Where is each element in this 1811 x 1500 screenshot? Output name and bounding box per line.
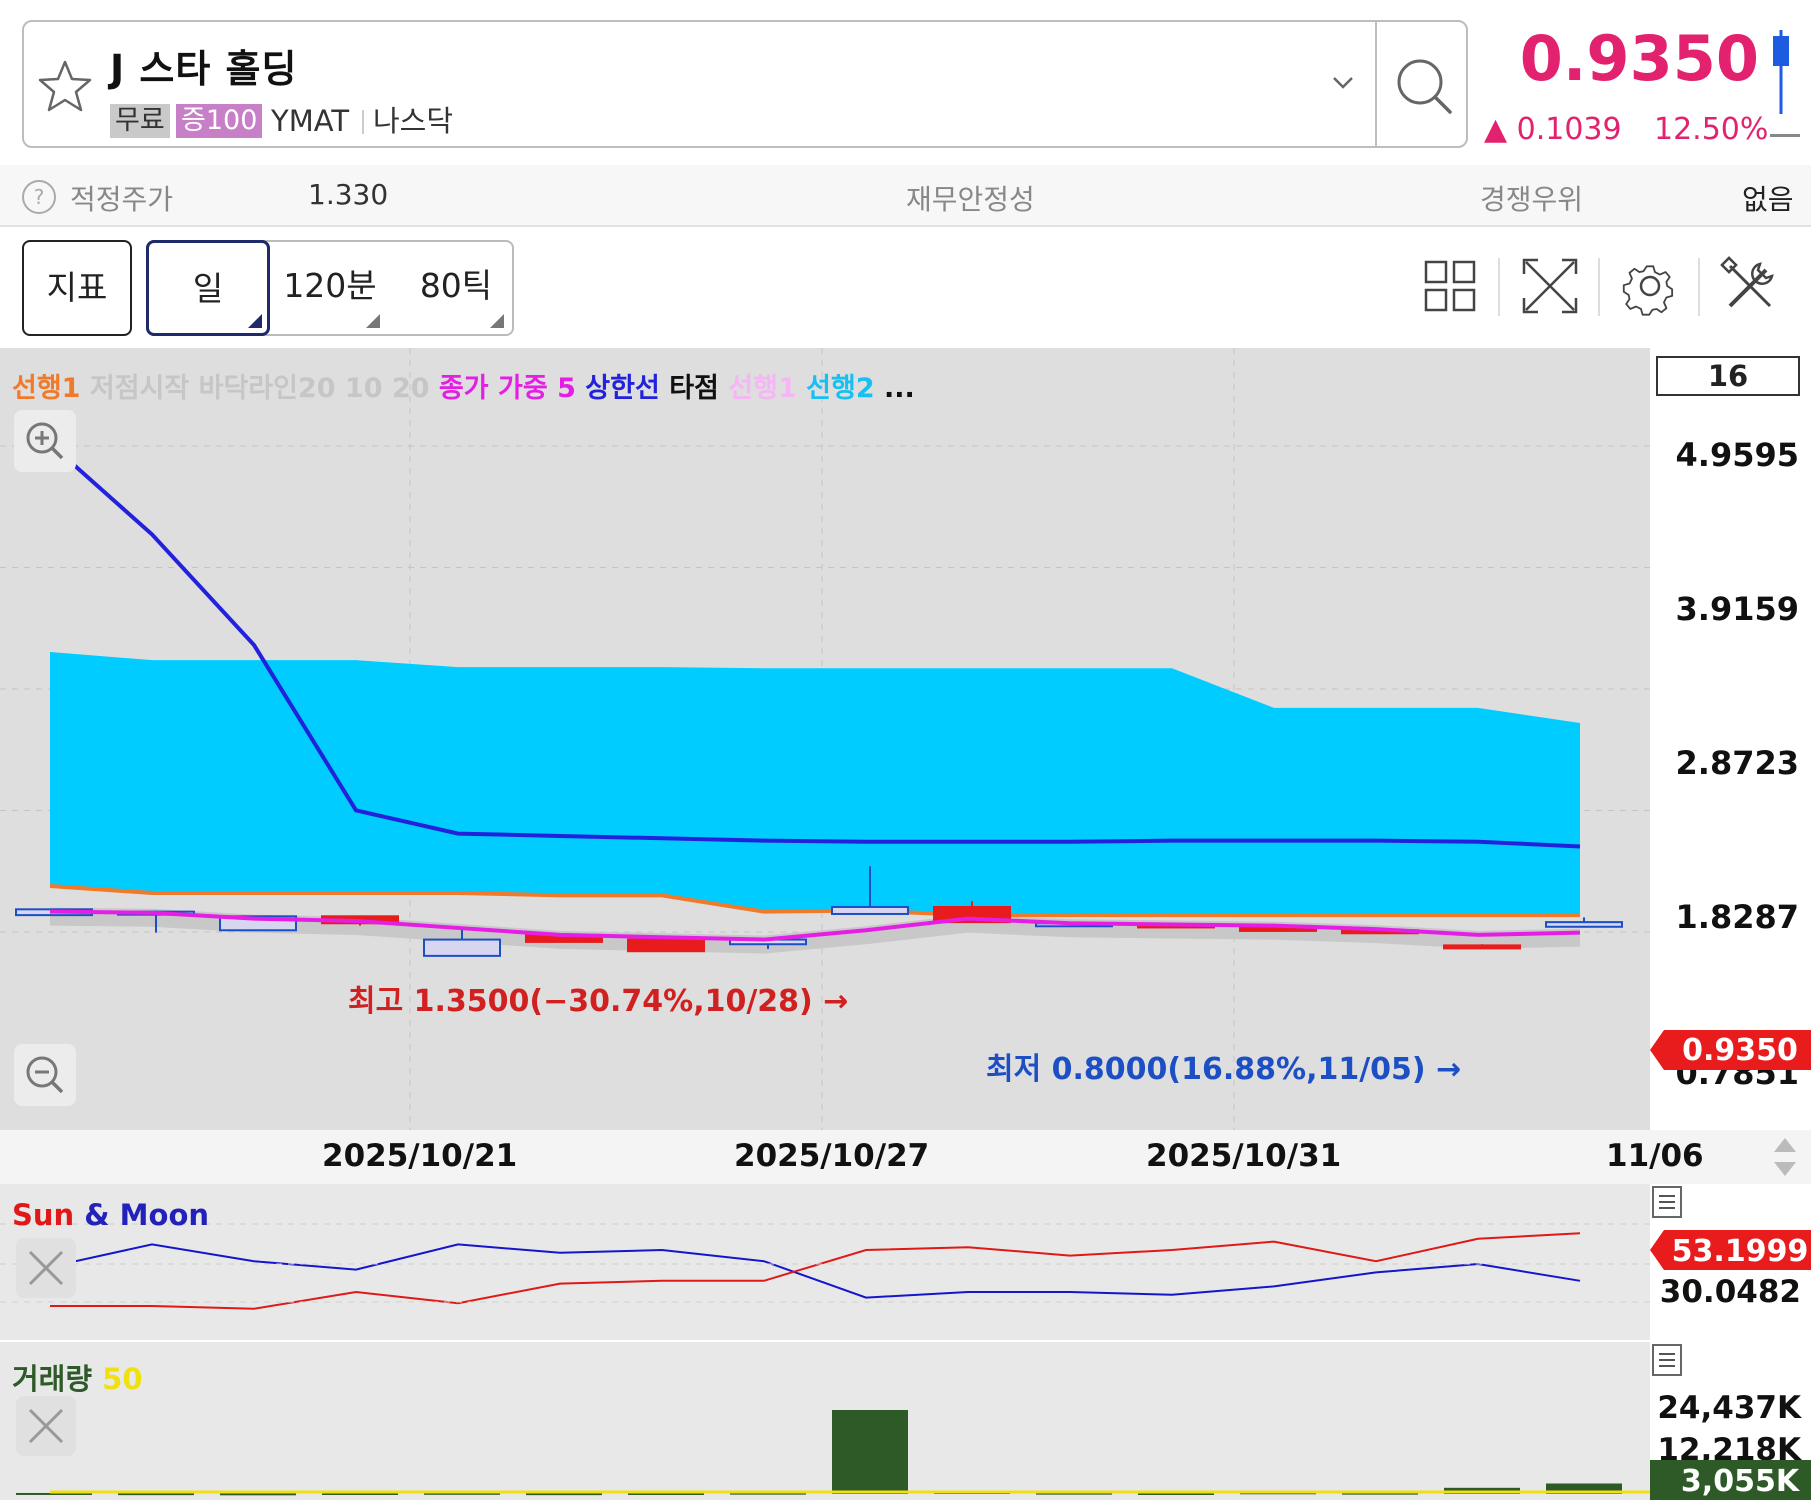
price-change-percent: 12.50% (1654, 112, 1769, 147)
grid-layout-icon[interactable] (1420, 256, 1480, 316)
moon-line (49, 1243, 1581, 1299)
market-name: 나스닥 (373, 104, 454, 138)
legend-item[interactable]: 상한선 (585, 373, 669, 404)
y-axis-label: 3.9159 (1675, 590, 1799, 628)
favorite-star-icon[interactable] (34, 56, 96, 118)
volume-ma-label: 50 (102, 1362, 143, 1396)
legend-item[interactable]: 선행1 (728, 373, 806, 404)
close-volume-icon[interactable] (16, 1396, 76, 1456)
zoom-out-icon[interactable] (14, 1044, 76, 1106)
legend-item[interactable]: ... (884, 373, 915, 404)
help-icon[interactable]: ? (22, 180, 56, 214)
tools-icon[interactable] (1720, 256, 1780, 316)
margin-badge: 증100 (176, 104, 263, 138)
candle-count-box[interactable]: 16 (1656, 356, 1800, 396)
y-axis-label: 4.9595 (1675, 436, 1799, 474)
fair-price-value: 1.330 (308, 178, 389, 211)
moon-value-label: 30.0482 (1659, 1274, 1801, 1310)
candle-body (627, 938, 705, 953)
financial-stability-label[interactable]: 재무안정성 (906, 178, 1035, 218)
x-axis-label: 11/06 (1606, 1138, 1704, 1174)
x-axis-label: 2025/10/21 (322, 1138, 518, 1174)
indicator-legend[interactable]: 선행1 저점시작 바닥라인20 10 20 종가 가중 5 상한선 타점 선행1… (12, 366, 915, 405)
cloud-area (50, 652, 1580, 916)
gear-icon[interactable] (1620, 256, 1680, 316)
120min-options-corner-icon (366, 314, 380, 328)
volume-max-label: 24,437K (1657, 1390, 1801, 1426)
fair-price-label: 적정주가 (70, 183, 174, 216)
free-badge: 무료 (110, 104, 170, 138)
toolbar-separator (1598, 258, 1600, 316)
candle-icon (1773, 30, 1789, 114)
candle-body (831, 905, 909, 915)
zoom-in-icon[interactable] (14, 410, 76, 472)
high-price-annotation: 최고 1.3500(−30.74%,10/28) → (348, 984, 849, 1019)
day-options-corner-icon (248, 314, 262, 328)
legend-item[interactable]: 타점 (669, 373, 728, 404)
sun-value-tag: 53.1999 (1650, 1230, 1811, 1270)
close-sun-moon-icon[interactable] (16, 1238, 76, 1298)
sun-moon-title: Sun & Moon (12, 1198, 209, 1232)
sun-label: Sun (12, 1198, 75, 1232)
volume-label: 거래량 (12, 1362, 93, 1396)
chevron-down-icon[interactable] (1320, 60, 1366, 106)
legend-item[interactable]: 선행2 (806, 373, 884, 404)
candle-body (423, 938, 501, 957)
toolbar-separator (1498, 258, 1500, 316)
change-dash (1770, 134, 1800, 137)
amp-label: & (74, 1198, 120, 1232)
indicator-button[interactable]: 지표 (22, 240, 132, 336)
volume-canvas[interactable] (0, 1342, 1650, 1500)
competitive-advantage-value: 없음 (1742, 183, 1794, 216)
candle-body (1443, 944, 1521, 950)
volume-title: 거래량 50 (12, 1356, 143, 1398)
x-axis-label: 2025/10/27 (734, 1138, 930, 1174)
y-axis-label: 2.8723 (1675, 744, 1799, 782)
legend-item[interactable]: 종가 가중 5 (439, 373, 585, 404)
volume-value-text: 3,055K (1681, 1464, 1801, 1499)
fullscreen-icon[interactable] (1520, 256, 1580, 316)
ticker-symbol: YMAT (271, 104, 350, 138)
low-price-annotation: 최저 0.8000(16.88%,11/05) → (986, 1052, 1462, 1087)
scroll-updown-icon[interactable] (1768, 1134, 1802, 1180)
volume-value-tag: 3,055K (1650, 1460, 1811, 1500)
x-axis-label: 2025/10/31 (1146, 1138, 1342, 1174)
price-change: ▲ 0.1039 (1484, 112, 1622, 147)
sun-moon-menu-icon[interactable] (1652, 1186, 1682, 1218)
80tick-options-corner-icon (490, 314, 504, 328)
volume-bar (220, 1493, 296, 1496)
toolbar-separator (1698, 258, 1700, 316)
sun-moon-canvas[interactable] (0, 1184, 1650, 1340)
competitive-advantage-label: 경쟁우위 (1480, 183, 1584, 216)
sun-line (50, 1232, 1581, 1310)
stock-name: J 스타 홀딩 (110, 47, 298, 91)
search-divider (1375, 20, 1377, 148)
legend-item[interactable]: 선행1 (12, 373, 90, 404)
sun-value-text: 53.1999 (1672, 1234, 1809, 1269)
volume-menu-icon[interactable] (1652, 1344, 1682, 1376)
market-separator (362, 110, 364, 134)
moon-label: Moon (119, 1198, 210, 1232)
current-price: 0.9350 (1519, 22, 1759, 95)
volume-bar (832, 1410, 908, 1494)
legend-item[interactable]: 저점시작 바닥라인20 10 20 (90, 373, 439, 404)
candle-body (1545, 921, 1623, 928)
current-price-tag-text: 0.9350 (1682, 1033, 1798, 1068)
current-price-tag: 0.9350 (1650, 1030, 1811, 1070)
search-icon[interactable] (1382, 44, 1466, 128)
y-axis-label: 1.8287 (1675, 898, 1799, 936)
